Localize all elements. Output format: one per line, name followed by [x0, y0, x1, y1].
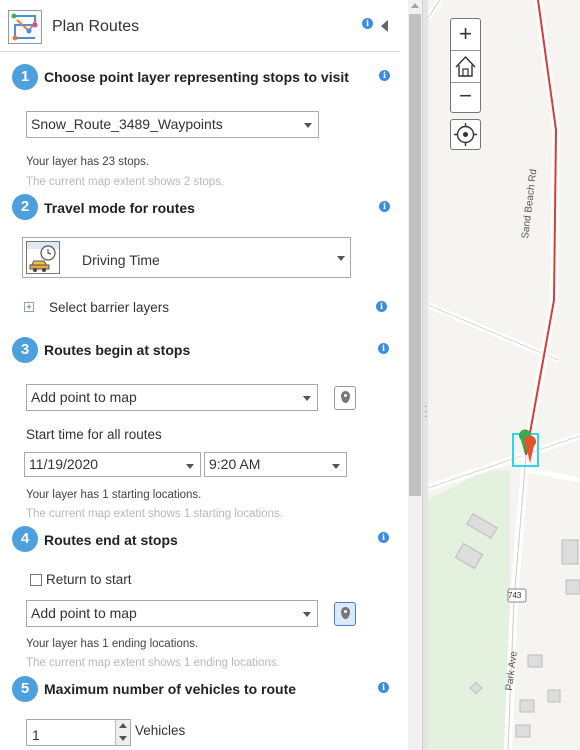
start-locations-note: Your layer has 1 starting locations. — [26, 489, 202, 501]
zoom-controls: + − — [450, 18, 481, 113]
chevron-down-icon — [332, 464, 340, 469]
zoom-in-button[interactable]: + — [451, 19, 480, 50]
step-1-title: Choose point layer representing stops to… — [44, 69, 349, 85]
return-to-start-checkbox[interactable] — [30, 574, 42, 586]
end-point-select[interactable]: Add point to map — [26, 600, 318, 627]
decrement-icon[interactable] — [119, 736, 127, 741]
start-point-value: Add point to map — [31, 389, 137, 405]
expand-barriers-icon[interactable]: + — [24, 302, 34, 312]
chevron-down-icon — [303, 396, 311, 401]
start-time-value: 9:20 AM — [209, 456, 261, 472]
step-5-info-icon[interactable]: i — [378, 682, 389, 693]
panel-scrollbar[interactable] — [408, 0, 422, 750]
chevron-down-icon — [303, 612, 311, 617]
map-pin-icon — [341, 391, 350, 403]
collapse-panel-icon[interactable] — [381, 20, 388, 32]
step-4-info-icon[interactable]: i — [378, 532, 389, 543]
scrollbar-thumb[interactable] — [409, 14, 421, 496]
chevron-down-icon — [337, 256, 345, 261]
end-point-value: Add point to map — [31, 605, 137, 621]
plan-routes-panel: Plan Routes i 1 Choose point layer repre… — [0, 0, 408, 750]
add-start-point-button[interactable] — [334, 386, 356, 410]
home-icon — [455, 55, 476, 77]
main-road — [504, 0, 561, 750]
end-extent-note: The current map extent shows 1 ending lo… — [26, 657, 280, 669]
step-3-info-icon[interactable]: i — [378, 343, 389, 354]
start-extent-note: The current map extent shows 1 starting … — [26, 508, 283, 520]
park-area — [428, 470, 510, 750]
increment-icon[interactable] — [119, 723, 127, 728]
building — [519, 699, 535, 713]
step-1-info-icon[interactable]: i — [379, 70, 390, 81]
add-end-point-button[interactable] — [334, 602, 356, 626]
stops-count-note: Your layer has 23 stops. — [26, 156, 149, 168]
chevron-down-icon — [304, 123, 312, 128]
start-date-select[interactable]: 11/19/2020 — [24, 452, 201, 477]
stops-layer-select[interactable]: Snow_Route_3489_Waypoints — [26, 111, 319, 138]
locate-button[interactable] — [450, 119, 481, 150]
end-locations-note: Your layer has 1 ending locations. — [26, 638, 199, 650]
vehicles-label: Vehicles — [135, 723, 186, 738]
drag-handle-icon: · · · — [424, 401, 428, 422]
road-edge — [428, 304, 559, 361]
scroll-up-icon[interactable] — [411, 3, 419, 8]
step-5-number: 5 — [12, 676, 38, 702]
home-button[interactable] — [451, 51, 480, 82]
step-3-title: Routes begin at stops — [44, 342, 191, 358]
step-4-title: Routes end at stops — [44, 532, 178, 548]
road-edge — [428, 0, 441, 19]
step-2-title: Travel mode for routes — [44, 200, 195, 216]
barrier-layers-toggle[interactable]: Select barrier layers — [49, 300, 169, 315]
step-2-info-icon[interactable]: i — [379, 201, 390, 212]
zoom-out-button[interactable]: − — [451, 83, 480, 112]
travel-mode-value: Driving Time — [82, 252, 160, 268]
building — [561, 539, 579, 565]
building — [565, 579, 580, 595]
building — [527, 654, 543, 668]
info-icon[interactable]: i — [362, 18, 373, 29]
vehicles-stepper[interactable]: 1 — [26, 719, 131, 746]
vehicles-value: 1 — [32, 727, 40, 743]
travel-mode-select[interactable]: Driving Time — [22, 237, 351, 278]
map-pin-icon — [341, 607, 350, 619]
start-time-label: Start time for all routes — [26, 427, 162, 442]
step-1-number: 1 — [12, 64, 38, 90]
map-view[interactable]: 743 Sand Beach Rd Park Ave + − — [428, 0, 580, 750]
road — [527, 467, 580, 483]
start-time-select[interactable]: 9:20 AM — [204, 452, 347, 477]
route-shield-label: 743 — [508, 591, 522, 600]
barrier-info-icon[interactable]: i — [376, 301, 387, 312]
stops-layer-value: Snow_Route_3489_Waypoints — [31, 116, 223, 132]
building — [515, 724, 531, 738]
page-title: Plan Routes — [52, 18, 140, 35]
start-date-value: 11/19/2020 — [29, 456, 99, 472]
locate-icon — [454, 123, 477, 146]
step-2-number: 2 — [12, 194, 38, 220]
driving-time-icon — [26, 241, 60, 274]
panel-header: Plan Routes i — [0, 0, 400, 52]
step-4-number: 4 — [12, 526, 38, 552]
step-3-number: 3 — [12, 337, 38, 363]
start-point-select[interactable]: Add point to map — [26, 384, 318, 411]
building — [547, 689, 561, 703]
plan-routes-app-icon — [8, 10, 42, 44]
return-to-start-label[interactable]: Return to start — [46, 572, 132, 587]
step-5-title: Maximum number of vehicles to route — [44, 681, 297, 697]
chevron-down-icon — [186, 464, 194, 469]
stops-extent-note: The current map extent shows 2 stops. — [26, 176, 225, 188]
vehicles-stepper-buttons[interactable] — [115, 720, 130, 745]
